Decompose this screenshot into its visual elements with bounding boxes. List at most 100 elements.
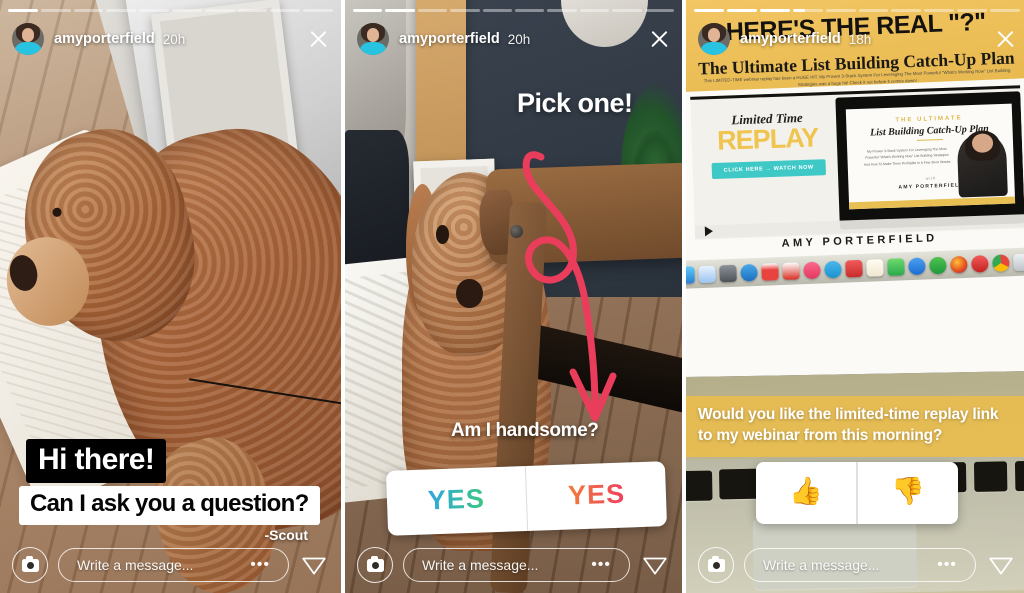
progress-segment[interactable] xyxy=(858,9,889,12)
progress-segment[interactable] xyxy=(303,9,333,12)
story-progress-bar-2[interactable] xyxy=(353,9,675,12)
laptop-mockup: THE ULTIMATE List Building Catch-Up Plan… xyxy=(836,90,1024,230)
slide-divider xyxy=(916,138,944,142)
camera-icon[interactable] xyxy=(357,547,393,583)
message-input[interactable]: Write a message... ••• xyxy=(403,548,630,582)
more-options-icon[interactable]: ••• xyxy=(591,557,611,572)
message-placeholder: Write a message... xyxy=(763,557,880,573)
message-input[interactable]: Write a message... ••• xyxy=(58,548,289,582)
dock-icon-skype[interactable] xyxy=(824,260,843,279)
dock-icon-messages[interactable] xyxy=(887,258,906,276)
close-icon[interactable] xyxy=(648,28,670,50)
more-options-icon[interactable]: ••• xyxy=(937,557,957,572)
progress-segment[interactable] xyxy=(726,9,757,12)
progress-segment[interactable] xyxy=(825,9,856,12)
progress-segment[interactable] xyxy=(792,9,823,12)
dock-icon-app[interactable] xyxy=(971,254,990,273)
instagram-stories-strip: amyporterfield 20h Hi there! Can I ask y… xyxy=(0,0,1024,593)
progress-segment[interactable] xyxy=(644,9,675,12)
progress-segment[interactable] xyxy=(694,9,724,12)
send-icon[interactable] xyxy=(640,550,670,580)
avatar[interactable] xyxy=(357,23,389,55)
dock-icon-music[interactable] xyxy=(803,261,822,279)
dock-icon-mail[interactable] xyxy=(698,265,717,283)
progress-segment[interactable] xyxy=(385,9,415,12)
dock-icon-finder[interactable] xyxy=(686,266,696,284)
progress-segment[interactable] xyxy=(482,9,513,12)
progress-segment[interactable] xyxy=(353,9,383,12)
progress-segment[interactable] xyxy=(73,9,104,12)
video-embed[interactable]: Limited Time REPLAY CLICK HERE → WATCH N… xyxy=(690,85,1024,240)
progress-segment[interactable] xyxy=(40,9,71,12)
message-placeholder: Write a message... xyxy=(422,557,539,573)
story-panel-1[interactable]: amyporterfield 20h Hi there! Can I ask y… xyxy=(0,0,341,593)
dog-eye xyxy=(51,207,63,218)
progress-segment[interactable] xyxy=(450,9,480,12)
poll-option-1[interactable]: YES xyxy=(386,466,527,536)
progress-segment[interactable] xyxy=(417,9,448,12)
progress-segment[interactable] xyxy=(106,9,137,12)
thumbs-up-option[interactable]: 👍 xyxy=(756,462,856,524)
question-text: Can I ask you a question? xyxy=(19,485,320,525)
poll-sticker[interactable]: YES YES xyxy=(385,461,668,536)
dock-icon-notes[interactable] xyxy=(866,258,885,277)
progress-segment[interactable] xyxy=(8,9,38,12)
story-progress-bar-3[interactable] xyxy=(694,9,1021,12)
thumbs-down-option[interactable]: 👎 xyxy=(858,462,958,524)
progress-segment[interactable] xyxy=(237,9,268,12)
play-icon[interactable] xyxy=(705,225,714,237)
progress-segment[interactable] xyxy=(547,9,577,12)
camera-icon[interactable] xyxy=(698,547,734,583)
watch-now-button[interactable]: CLICK HERE → WATCH NOW xyxy=(712,159,827,180)
close-icon[interactable] xyxy=(994,28,1016,50)
dock-icon-rocket[interactable] xyxy=(719,264,738,283)
pick-one-text: Pick one! xyxy=(517,88,633,118)
close-icon[interactable] xyxy=(307,28,329,50)
username-label[interactable]: amyporterfield xyxy=(740,31,841,47)
dock-icon-firefox[interactable] xyxy=(950,255,969,274)
progress-segment[interactable] xyxy=(759,9,790,12)
progress-segment[interactable] xyxy=(957,9,988,12)
progress-segment[interactable] xyxy=(924,9,955,12)
presentation-slide: THE ULTIMATE List Building Catch-Up Plan… xyxy=(845,103,1016,210)
message-placeholder: Write a message... xyxy=(77,557,194,573)
username-label[interactable]: amyporterfield xyxy=(54,31,155,47)
dock-icon-folder[interactable] xyxy=(1013,253,1024,271)
story-panel-3[interactable]: HERE'S THE REAL "?" The Ultimate List Bu… xyxy=(686,0,1024,593)
progress-segment[interactable] xyxy=(204,9,235,12)
dock-icon-contacts[interactable] xyxy=(845,259,864,278)
story-panel-2[interactable]: amyporterfield 20h Pick one! Am I handso… xyxy=(345,0,682,593)
username-label[interactable]: amyporterfield xyxy=(399,31,500,47)
progress-segment[interactable] xyxy=(171,9,202,12)
dock-icon-drive[interactable] xyxy=(740,263,759,282)
slide-bottom-bar xyxy=(849,196,1016,210)
timestamp-label: 20h xyxy=(507,31,531,47)
story-progress-bar-1[interactable] xyxy=(8,9,333,12)
progress-segment[interactable] xyxy=(579,9,610,12)
progress-segment[interactable] xyxy=(515,9,545,12)
progress-segment[interactable] xyxy=(891,9,922,12)
thumbs-up-emoji: 👍 xyxy=(789,476,823,506)
dock-icon-calendar[interactable] xyxy=(761,262,780,281)
progress-segment[interactable] xyxy=(139,9,169,12)
slide-body: My Proven 3-Stack System For Leveraging … xyxy=(864,146,952,167)
dock-icon-zoom[interactable] xyxy=(908,257,927,275)
macos-dock[interactable] xyxy=(686,246,1024,290)
avatar[interactable] xyxy=(698,23,730,55)
poll-option-2[interactable]: YES xyxy=(526,461,667,531)
more-options-icon[interactable]: ••• xyxy=(250,557,270,572)
send-icon[interactable] xyxy=(299,550,329,580)
dock-icon-evernote[interactable] xyxy=(929,256,948,275)
camera-icon[interactable] xyxy=(12,547,48,583)
headline-text: Hi there! xyxy=(26,439,167,483)
send-icon[interactable] xyxy=(986,550,1016,580)
progress-segment[interactable] xyxy=(270,9,301,12)
progress-segment[interactable] xyxy=(612,9,642,12)
dock-icon-gmail[interactable] xyxy=(782,262,801,280)
progress-segment[interactable] xyxy=(990,9,1021,12)
avatar[interactable] xyxy=(12,23,44,55)
message-input[interactable]: Write a message... ••• xyxy=(744,548,976,582)
emoji-poll-sticker[interactable]: 👍 👎 xyxy=(756,462,958,524)
story-footer-3: Write a message... ••• xyxy=(686,537,1024,593)
dock-icon-chrome[interactable] xyxy=(992,253,1011,272)
